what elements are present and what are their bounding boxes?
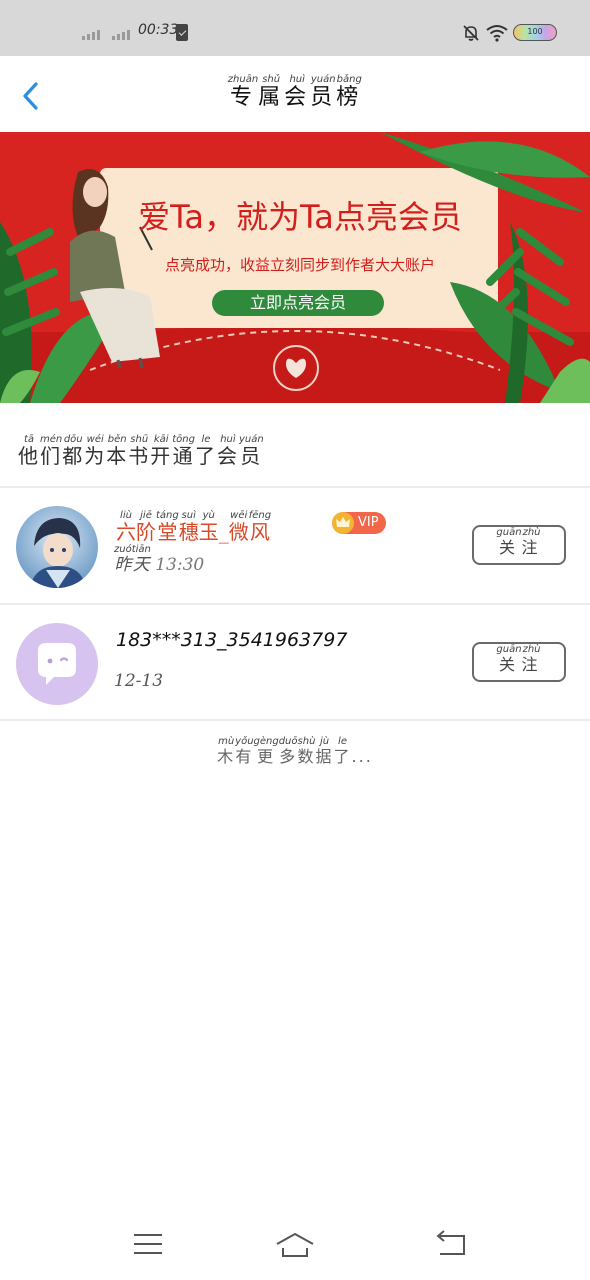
follow-button[interactable]: 关guān注zhù bbox=[472, 642, 566, 682]
banner-headline: 爱Ta，就为Ta点亮会员 bbox=[138, 198, 462, 236]
wifi-icon bbox=[486, 25, 508, 42]
ruby-char: 了le bbox=[333, 736, 352, 766]
ruby-char: 据jù bbox=[315, 736, 334, 766]
bell-off-icon bbox=[463, 25, 479, 41]
ruby-char: 有yǒu bbox=[235, 736, 254, 766]
ruby-char: 玉yù bbox=[198, 510, 219, 544]
ruby-char: 阶jiē bbox=[136, 510, 156, 544]
vip-badge: VIP bbox=[332, 512, 386, 534]
back-arrow-icon[interactable] bbox=[430, 1226, 470, 1262]
ruby-char: 为wéi bbox=[84, 434, 107, 468]
ruby-char: 属shǔ bbox=[258, 74, 285, 110]
ruby-char: 关guān bbox=[496, 527, 522, 557]
member-name: 六liù阶jiē堂táng穗suì玉yù_微wēi风fēng bbox=[116, 510, 271, 545]
member-time: 12-13 bbox=[114, 671, 164, 691]
ruby-char: 他tā bbox=[18, 434, 40, 468]
promo-banner[interactable]: 爱Ta，就为Ta点亮会员 点亮成功，收益立刻同步到作者大大账户 立即点亮会员 bbox=[0, 132, 590, 403]
ruby-char: 昨zuó bbox=[114, 544, 132, 575]
banner-cta-button[interactable]: 立即点亮会员 bbox=[212, 290, 384, 316]
page-title: 专zhuān属shǔ会huì员yuán榜bǎng bbox=[0, 74, 590, 111]
ruby-char: 更gèng bbox=[253, 736, 279, 766]
section-title: 他tā们mén都dōu为wéi本běn书shū开kāi通tōng了le会huì员… bbox=[18, 434, 264, 469]
ruby-char: 开kāi bbox=[150, 434, 173, 468]
member-name: 183***313_3541963797 bbox=[116, 629, 348, 651]
ruby-char: 微wēi bbox=[228, 510, 249, 544]
ruby-char: 多duō bbox=[278, 736, 298, 766]
ruby-char: 榜bǎng bbox=[336, 74, 363, 110]
signal-icon bbox=[112, 30, 130, 40]
ruby-char: 天tiān bbox=[131, 544, 151, 575]
default-avatar[interactable] bbox=[16, 623, 98, 705]
ruby-char: _ bbox=[218, 520, 229, 544]
member-row[interactable]: 183***313_3541963797 12-13 关guān注zhù bbox=[0, 605, 590, 721]
battery-saver-icon bbox=[176, 24, 188, 41]
ruby-char: 了le bbox=[194, 434, 217, 468]
status-bar: 00:33 100 bbox=[0, 0, 590, 56]
ruby-char: 穗suì bbox=[178, 510, 199, 544]
follow-button[interactable]: 关guān注zhù bbox=[472, 525, 566, 565]
ruby-char: 关guān bbox=[496, 644, 522, 674]
divider bbox=[0, 719, 590, 721]
battery-icon: 100 bbox=[513, 24, 557, 41]
status-time: 00:33 bbox=[138, 22, 179, 38]
member-time-value: 13:30 bbox=[155, 555, 205, 575]
member-time: 昨zuó天tiān 13:30 bbox=[114, 544, 204, 575]
ruby-char: 通tōng bbox=[172, 434, 195, 468]
header: 专zhuān属shǔ会huì员yuán榜bǎng bbox=[0, 56, 590, 132]
battery-level: 100 bbox=[527, 27, 543, 36]
member-time-day: 昨zuó天tiān bbox=[114, 544, 151, 575]
home-icon[interactable] bbox=[275, 1226, 315, 1262]
member-row[interactable]: 六liù阶jiē堂táng穗suì玉yù_微wēi风fēng VIP 昨zuó天… bbox=[0, 488, 590, 604]
ruby-char: 数shù bbox=[297, 736, 316, 766]
menu-icon[interactable] bbox=[128, 1226, 168, 1262]
ruby-char: 本běn bbox=[106, 434, 129, 468]
ruby-char: 们mén bbox=[40, 434, 63, 468]
signal-icon bbox=[82, 30, 100, 40]
ruby-char: 风fēng bbox=[248, 510, 272, 544]
ruby-char: 注zhù bbox=[521, 527, 542, 557]
no-more-data-text: 木mù有yǒu更gèng多duō数shù据jù了le... bbox=[0, 736, 590, 767]
ruby-char: 专zhuān bbox=[227, 74, 259, 110]
ruby-char: 都dōu bbox=[62, 434, 85, 468]
crown-icon bbox=[332, 512, 354, 534]
ruby-char: 会huì bbox=[284, 74, 311, 110]
ruby-char: 堂táng bbox=[156, 510, 179, 544]
page-title-text: 专zhuān属shǔ会huì员yuán榜bǎng bbox=[227, 74, 363, 110]
vip-badge-label: VIP bbox=[358, 515, 379, 530]
ruby-char: 木mù bbox=[217, 736, 236, 766]
ruby-char: 员yuán bbox=[238, 434, 264, 468]
ruby-char: 注zhù bbox=[521, 644, 542, 674]
member-avatar[interactable] bbox=[16, 506, 98, 588]
ruby-char: 书shū bbox=[128, 434, 151, 468]
ruby-char: 员yuán bbox=[310, 74, 337, 110]
ruby-char: 六liù bbox=[116, 510, 136, 544]
banner-subtitle: 点亮成功，收益立刻同步到作者大大账户 bbox=[164, 256, 435, 274]
ruby-char: 会huì bbox=[216, 434, 239, 468]
ruby-char: ... bbox=[351, 747, 373, 766]
